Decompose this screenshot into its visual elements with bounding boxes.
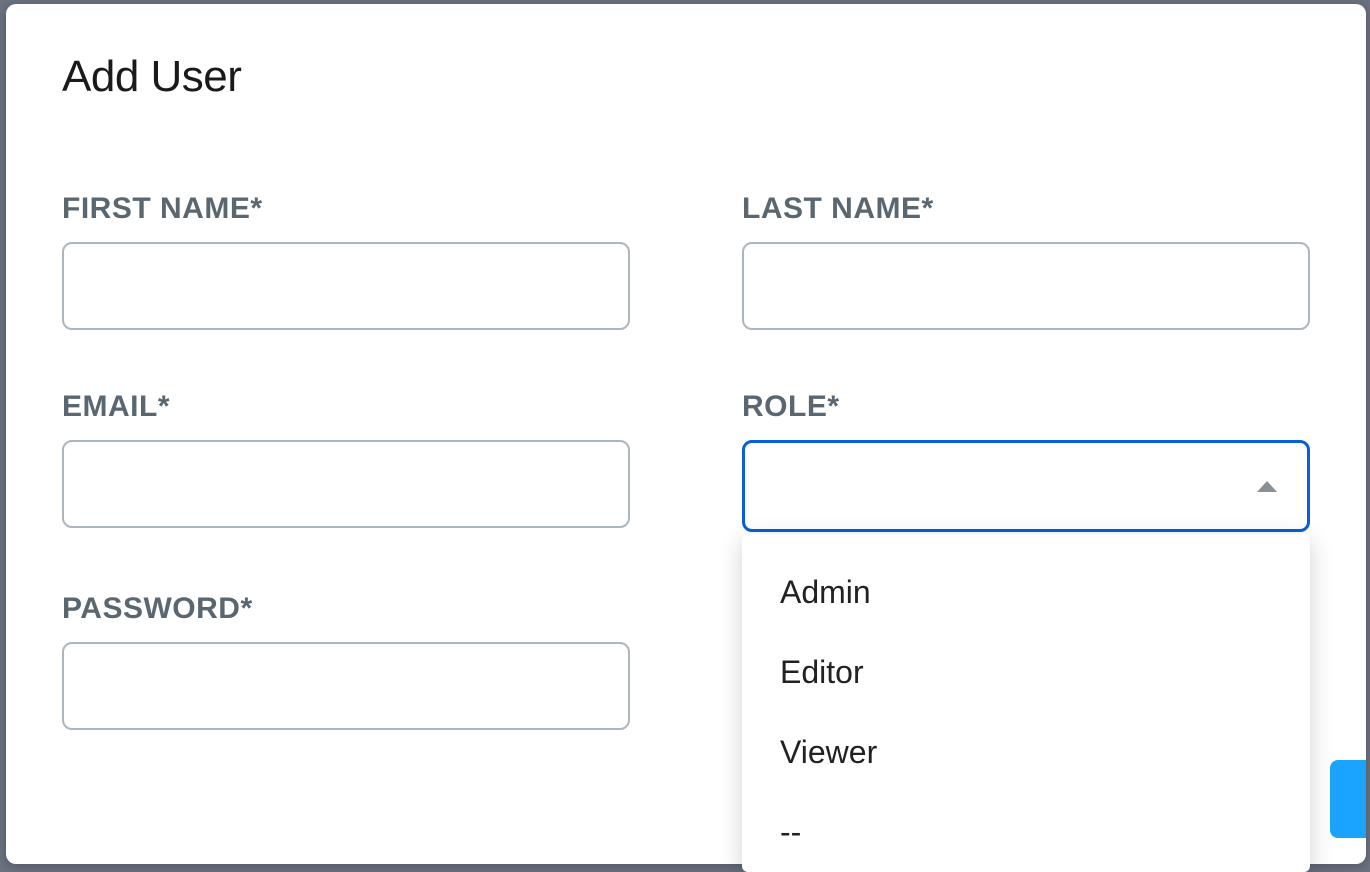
role-option-none[interactable]: -- xyxy=(742,792,1310,872)
email-input[interactable] xyxy=(62,440,630,528)
last-name-input[interactable] xyxy=(742,242,1310,330)
role-option-editor[interactable]: Editor xyxy=(742,632,1310,712)
role-label: ROLE* xyxy=(742,390,1310,424)
role-dropdown: Admin Editor Viewer -- xyxy=(742,534,1310,872)
first-name-label: FIRST NAME* xyxy=(62,192,630,226)
form-grid: FIRST NAME* LAST NAME* EMAIL* ROLE* Admi… xyxy=(62,192,1310,730)
first-name-field: FIRST NAME* xyxy=(62,192,630,330)
add-user-modal: Add User FIRST NAME* LAST NAME* EMAIL* R… xyxy=(6,4,1366,864)
role-select[interactable] xyxy=(742,440,1310,532)
role-option-admin[interactable]: Admin xyxy=(742,552,1310,632)
password-label: PASSWORD* xyxy=(62,592,630,626)
role-option-viewer[interactable]: Viewer xyxy=(742,712,1310,792)
last-name-field: LAST NAME* xyxy=(742,192,1310,330)
caret-up-icon xyxy=(1257,481,1277,492)
first-name-input[interactable] xyxy=(62,242,630,330)
password-input[interactable] xyxy=(62,642,630,730)
email-label: EMAIL* xyxy=(62,390,630,424)
modal-title: Add User xyxy=(62,52,1310,102)
primary-action-button[interactable] xyxy=(1330,760,1366,838)
password-field: PASSWORD* xyxy=(62,592,630,730)
last-name-label: LAST NAME* xyxy=(742,192,1310,226)
email-field: EMAIL* xyxy=(62,390,630,532)
role-field: ROLE* Admin Editor Viewer -- xyxy=(742,390,1310,532)
